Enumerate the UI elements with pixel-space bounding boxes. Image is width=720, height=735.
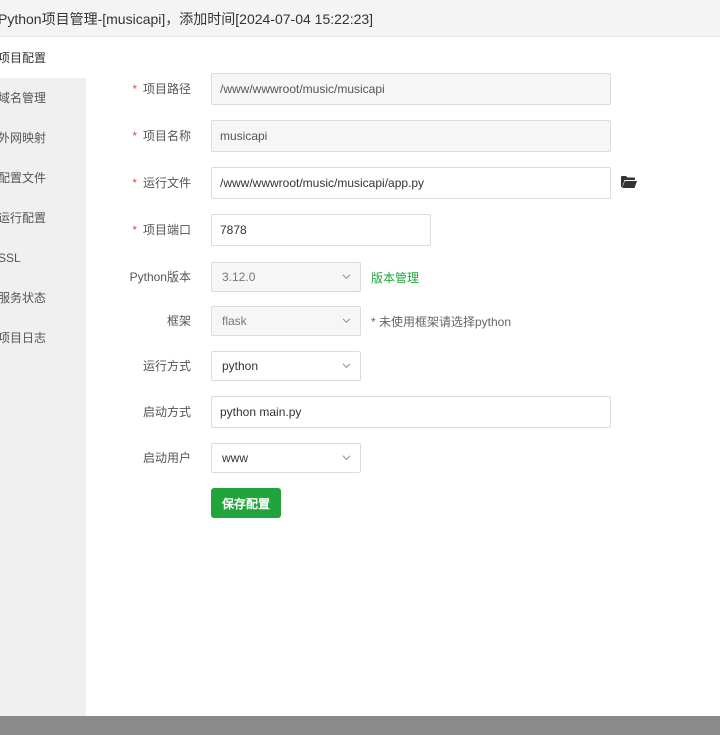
- python-version-select: 3.12.0: [211, 262, 361, 292]
- chevron-down-icon: [342, 274, 351, 280]
- start-command-label: 启动方式: [142, 405, 191, 419]
- project-name-label-text: 项目名称: [142, 129, 191, 143]
- sidebar-item-service-status[interactable]: 服务状态: [0, 278, 86, 318]
- save-config-button[interactable]: 保存配置: [211, 488, 281, 518]
- project-config-form: * 项目路径 * 项目名称 * 运行文件 * 项目端口 Python版本 3.12.0: [86, 38, 720, 716]
- start-command-input[interactable]: [211, 396, 611, 428]
- sidebar-item-ssl[interactable]: SSL: [0, 238, 86, 278]
- sidebar-item-config-file[interactable]: 配置文件: [0, 158, 86, 198]
- run-file-row: * 运行文件: [86, 167, 720, 199]
- framework-hint: * 未使用框架请选择python: [371, 315, 512, 329]
- settings-sidebar: 项目配置 域名管理 外网映射 配置文件 运行配置 SSL 服务状态 项目日志: [0, 38, 86, 716]
- start-user-row: 启动用户 www: [86, 443, 720, 475]
- start-command-row: 启动方式: [86, 396, 720, 428]
- project-name-label: * 项目名称: [86, 120, 191, 152]
- run-mode-value: python: [222, 359, 259, 373]
- python-version-label: Python版本: [129, 270, 191, 284]
- project-port-label-text: 项目端口: [142, 223, 191, 237]
- framework-label: 框架: [166, 314, 191, 328]
- sidebar-item-run-config[interactable]: 运行配置: [0, 198, 86, 238]
- python-version-row: Python版本 3.12.0 版本管理: [86, 262, 720, 294]
- window-titlebar: Python项目管理-[musicapi]，添加时间[2024-07-04 15…: [0, 0, 720, 37]
- folder-open-icon[interactable]: [621, 175, 637, 189]
- chevron-down-icon: [342, 455, 351, 461]
- start-user-value: www: [222, 451, 248, 465]
- sidebar-item-domain-management[interactable]: 域名管理: [0, 78, 86, 118]
- project-path-row: * 项目路径: [86, 73, 720, 105]
- sidebar-item-project-config[interactable]: 项目配置: [0, 38, 86, 78]
- project-name-input[interactable]: [211, 120, 611, 152]
- project-name-row: * 项目名称: [86, 120, 720, 152]
- version-management-link[interactable]: 版本管理: [371, 269, 419, 286]
- start-user-label: 启动用户: [142, 451, 191, 465]
- framework-select: flask: [211, 306, 361, 336]
- sidebar-item-external-mapping[interactable]: 外网映射: [0, 118, 86, 158]
- chevron-down-icon: [342, 363, 351, 369]
- run-file-label: * 运行文件: [86, 167, 191, 199]
- framework-value: flask: [222, 314, 247, 328]
- project-port-row: * 项目端口: [86, 214, 720, 246]
- run-file-input[interactable]: [211, 167, 611, 199]
- required-mark: *: [132, 82, 137, 96]
- project-path-input[interactable]: [211, 73, 611, 105]
- project-settings-window: Python项目管理-[musicapi]，添加时间[2024-07-04 15…: [0, 0, 720, 716]
- project-path-label-text: 项目路径: [142, 82, 191, 96]
- required-mark: *: [132, 176, 137, 190]
- window-title: Python项目管理-[musicapi]，添加时间[2024-07-04 15…: [0, 11, 374, 27]
- required-mark: *: [132, 129, 137, 143]
- run-mode-select[interactable]: python: [211, 351, 361, 381]
- sidebar-item-project-log[interactable]: 项目日志: [0, 318, 86, 358]
- python-version-value: 3.12.0: [222, 270, 256, 284]
- run-mode-row: 运行方式 python: [86, 351, 720, 383]
- project-path-label: * 项目路径: [86, 73, 191, 105]
- run-mode-label: 运行方式: [142, 359, 191, 373]
- project-port-input[interactable]: [211, 214, 431, 246]
- required-mark: *: [132, 223, 137, 237]
- run-file-label-text: 运行文件: [142, 176, 191, 190]
- start-user-select[interactable]: www: [211, 443, 361, 473]
- framework-row: 框架 flask * 未使用框架请选择python: [86, 306, 720, 338]
- chevron-down-icon: [342, 318, 351, 324]
- project-port-label: * 项目端口: [86, 214, 191, 246]
